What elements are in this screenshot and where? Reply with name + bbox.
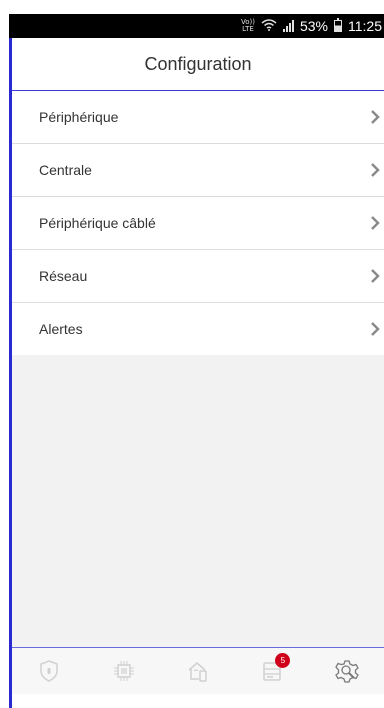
home-device-icon [188, 662, 207, 682]
bottom-spacer [12, 694, 384, 708]
chevron-right-icon [371, 322, 380, 336]
menu-item-centrale[interactable]: Centrale [12, 144, 384, 197]
nav-devices[interactable] [104, 651, 144, 691]
status-bar: Vo)) LTE 53% 11:25 [9, 14, 384, 38]
chevron-right-icon [371, 163, 380, 177]
menu-item-label: Alertes [39, 321, 83, 337]
wifi-icon [261, 18, 277, 34]
menu-item-reseau[interactable]: Réseau [12, 250, 384, 303]
page-title: Configuration [144, 53, 252, 74]
nav-home-devices[interactable] [178, 651, 218, 691]
battery-percent: 53% [299, 18, 328, 34]
settings-gear-icon [334, 660, 359, 683]
menu-item-alertes[interactable]: Alertes [12, 303, 384, 356]
menu-item-peripherique-cable[interactable]: Périphérique câblé [12, 197, 384, 250]
chip-icon [113, 661, 134, 681]
cell-signal-icon [282, 20, 294, 32]
chevron-right-icon [371, 110, 380, 124]
notification-badge: 5 [275, 653, 291, 668]
chevron-right-icon [371, 269, 380, 283]
bottom-navigation: 5 [12, 647, 384, 694]
volte-indicator: Vo)) LTE [241, 19, 255, 33]
menu-item-label: Périphérique câblé [39, 215, 156, 231]
nav-settings[interactable] [327, 651, 367, 691]
nav-history[interactable]: 5 [252, 651, 292, 691]
chevron-right-icon [371, 216, 380, 230]
menu-item-label: Centrale [39, 162, 92, 178]
menu-item-label: Réseau [39, 268, 88, 284]
app-header: Configuration [12, 38, 384, 91]
menu-item-peripherique[interactable]: Périphérique [12, 91, 384, 144]
empty-content-area [12, 355, 384, 647]
menu-item-label: Périphérique [39, 109, 119, 125]
settings-menu: Périphérique Centrale Périphérique câblé… [12, 91, 384, 356]
app-frame: Vo)) LTE 53% 11:25 Configuration Périphé… [0, 0, 384, 708]
clock: 11:25 [348, 18, 382, 34]
battery-icon [334, 18, 342, 32]
shield-icon [40, 660, 58, 682]
nav-security[interactable] [29, 651, 69, 691]
volte-bottom-label: LTE [242, 25, 254, 33]
